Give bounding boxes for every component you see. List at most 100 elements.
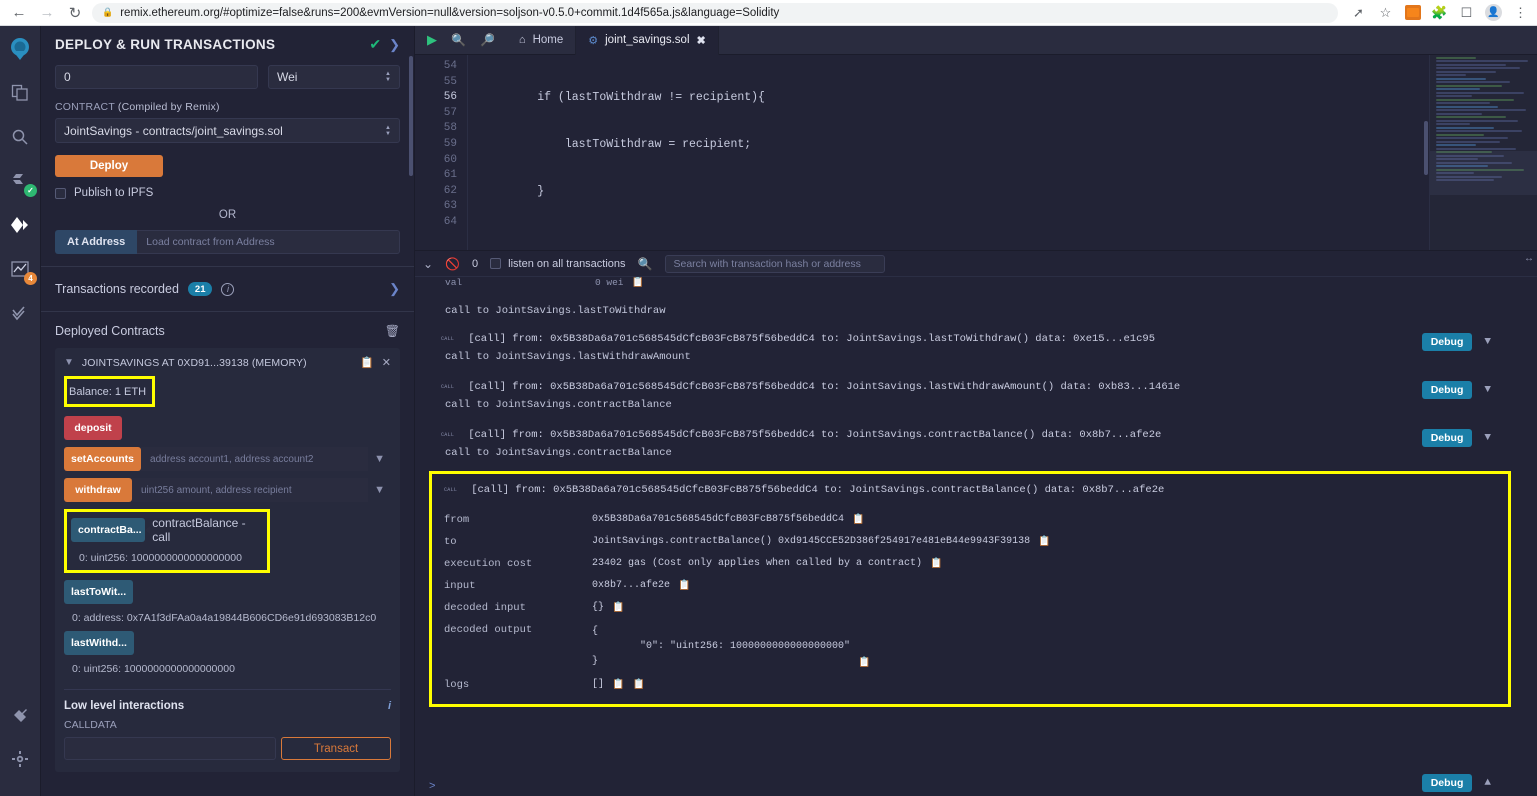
code-text-area[interactable]: if (lastToWithdraw != recipient){ lastTo… (467, 55, 1537, 250)
debug-button[interactable]: Debug (1421, 381, 1473, 399)
copy-icon[interactable]: 📋 (632, 277, 644, 289)
zoom-in-icon[interactable]: 🔎 (480, 33, 495, 47)
debugger-icon[interactable]: 4 (3, 252, 37, 286)
withdraw-args-input[interactable]: uint256 amount, address recipient (132, 478, 369, 502)
chevron-down-icon[interactable]: ▼ (64, 357, 74, 368)
back-icon[interactable]: ← (8, 2, 30, 24)
chevron-right-icon[interactable]: ❯ (389, 281, 400, 297)
value-unit-select[interactable]: Wei ▲ ▼ (268, 65, 400, 89)
star-icon[interactable]: ☆ (1377, 4, 1394, 21)
lasttowithdraw-button[interactable]: lastToWit... (64, 580, 134, 604)
copy-icon[interactable]: 📋 (632, 679, 644, 691)
contractbalance-call-label: contractBalance - call (152, 516, 246, 544)
deploy-section: 0 Wei ▲ ▼ CONTRACT (Compiled by Remix) Jo… (41, 61, 414, 266)
terminal-call-row-expanded[interactable]: call [call] from: 0x5B38Da6a701c568545dC… (432, 484, 1508, 500)
copy-icon[interactable]: 📋 (612, 679, 624, 691)
panel-scrollbar[interactable] (409, 56, 413, 176)
calldata-input[interactable] (64, 737, 276, 760)
metamask-icon[interactable] (1404, 4, 1421, 21)
setaccounts-args-input[interactable]: address account1, address account2 (141, 447, 369, 471)
chevron-down-icon[interactable]: ▼ (1484, 432, 1491, 444)
chevron-up-icon[interactable]: ▲ (1484, 777, 1491, 789)
at-address-input[interactable]: Load contract from Address (137, 230, 400, 254)
lastwithdrawamount-button[interactable]: lastWithd... (64, 631, 134, 655)
contract-select[interactable]: JointSavings - contracts/joint_savings.s… (55, 118, 400, 143)
terminal-status-line: call to JointSavings.lastWithdrawAmount (445, 351, 691, 363)
zoom-out-icon[interactable]: 🔍 (451, 33, 466, 47)
three-dot-menu-icon[interactable]: ⋮ (1512, 4, 1529, 21)
copy-icon[interactable]: 📋 (612, 602, 624, 614)
search-icon[interactable] (3, 120, 37, 154)
chevrons-down-icon[interactable]: ⌄ (423, 257, 433, 271)
remix-logo-icon[interactable] (3, 32, 37, 66)
copy-icon[interactable]: 📋 (930, 558, 942, 570)
solidity-compiler-icon[interactable]: ✓ (3, 164, 37, 198)
publish-ipfs-checkbox[interactable] (55, 187, 66, 199)
contract-card-header[interactable]: ▼ JOINTSAVINGS AT 0XD91...39138 (MEMORY)… (64, 356, 391, 370)
withdraw-button[interactable]: withdraw (64, 478, 132, 502)
contractbalance-button[interactable]: contractBa... (71, 518, 146, 542)
panel-scroll-area[interactable]: 0 Wei ▲ ▼ CONTRACT (Compiled by Remix) Jo… (41, 61, 414, 796)
chevron-down-icon[interactable]: ▼ (1484, 384, 1491, 396)
terminal-log[interactable]: val 0 wei 📋 call to JointSavings.lastToW… (415, 277, 1537, 796)
tab-home-label: Home (532, 34, 564, 46)
trash-icon[interactable]: 🗑 (385, 324, 400, 338)
plugin-manager-icon[interactable] (3, 698, 37, 732)
editor-minimap[interactable] (1429, 55, 1537, 250)
code-editor[interactable]: 54 55 56 57 58 59 60 61 62 63 64 if (las… (415, 55, 1537, 250)
value-input[interactable]: 0 (55, 65, 258, 89)
copy-icon[interactable]: 📋 (852, 514, 864, 526)
debug-button[interactable]: Debug (1421, 333, 1473, 351)
tab-joint-savings[interactable]: ⚙ joint_savings.sol ✖ (576, 26, 719, 55)
setaccounts-button[interactable]: setAccounts (64, 447, 142, 471)
file-explorer-icon[interactable] (3, 76, 37, 110)
transact-button[interactable]: Transact (281, 737, 391, 760)
terminal-call-row[interactable]: call [call] from: 0x5B38Da6a701c568545dC… (415, 319, 1537, 351)
no-entry-icon[interactable]: 🚫 (445, 257, 460, 271)
deploy-button[interactable]: Deploy (55, 155, 163, 177)
solidity-unit-testing-icon[interactable] (3, 296, 37, 330)
share-icon[interactable]: ➚ (1350, 4, 1367, 21)
panel-expand-icon[interactable]: ❯ (389, 37, 400, 53)
settings-icon[interactable] (3, 742, 37, 776)
function-row-withdraw: withdraw uint256 amount, address recipie… (64, 478, 391, 502)
publish-ipfs-row[interactable]: Publish to IPFS (55, 187, 400, 199)
tab-home[interactable]: ⌂ Home (507, 26, 577, 55)
close-icon[interactable]: ✕ (382, 356, 391, 369)
expand-terminal-icon[interactable]: ↔ (1524, 253, 1534, 264)
listen-checkbox[interactable] (490, 258, 502, 269)
debug-button[interactable]: Debug (1421, 774, 1473, 792)
deposit-button[interactable]: deposit (64, 416, 122, 440)
transactions-recorded-row[interactable]: Transactions recorded 21 i ❯ (41, 267, 414, 311)
profile-icon[interactable]: 👤 (1485, 4, 1502, 21)
terminal-call-row[interactable]: call [call] from: 0x5B38Da6a701c568545dC… (415, 365, 1537, 399)
forward-icon[interactable]: → (36, 2, 58, 24)
terminal-call-row[interactable]: call [call] from: 0x5B38Da6a701c568545dC… (415, 413, 1537, 447)
copy-icon[interactable]: 📋 (360, 356, 374, 369)
line-number: 56 (443, 91, 457, 104)
copy-icon[interactable]: 📋 (678, 580, 690, 592)
browser-toolbar: ← → ↻ 🔒 remix.ethereum.org/#optimize=fal… (0, 0, 1537, 26)
at-address-button[interactable]: At Address (55, 230, 138, 254)
chevron-down-icon[interactable]: ▼ (1484, 336, 1491, 348)
puzzle-icon[interactable]: 🧩 (1431, 4, 1448, 21)
debug-button[interactable]: Debug (1421, 429, 1473, 447)
copy-icon[interactable]: 📋 (1038, 536, 1050, 548)
close-icon[interactable]: ✖ (697, 34, 706, 47)
terminal-prompt[interactable]: > (429, 780, 435, 792)
info-icon[interactable]: i (388, 700, 391, 712)
chevron-down-icon[interactable]: ▼ (368, 453, 391, 465)
reload-icon[interactable]: ↻ (64, 2, 86, 24)
terminal-search-input[interactable]: Search with transaction hash or address (664, 254, 885, 273)
listen-on-all-transactions[interactable]: listen on all transactions (490, 258, 626, 270)
chevron-down-icon[interactable]: ▼ (368, 484, 391, 496)
minimap-slider[interactable] (1430, 151, 1537, 195)
play-icon[interactable]: ▶ (427, 32, 437, 48)
editor-scrollbar[interactable] (1424, 121, 1428, 175)
side-panel-icon[interactable]: ☐ (1458, 4, 1475, 21)
copy-icon[interactable]: 📋 (858, 657, 870, 669)
address-bar[interactable]: 🔒 remix.ethereum.org/#optimize=false&run… (92, 2, 1338, 23)
info-icon[interactable]: i (221, 282, 235, 296)
deploy-run-transactions-icon[interactable] (3, 208, 37, 242)
search-icon[interactable]: 🔍 (638, 257, 653, 271)
